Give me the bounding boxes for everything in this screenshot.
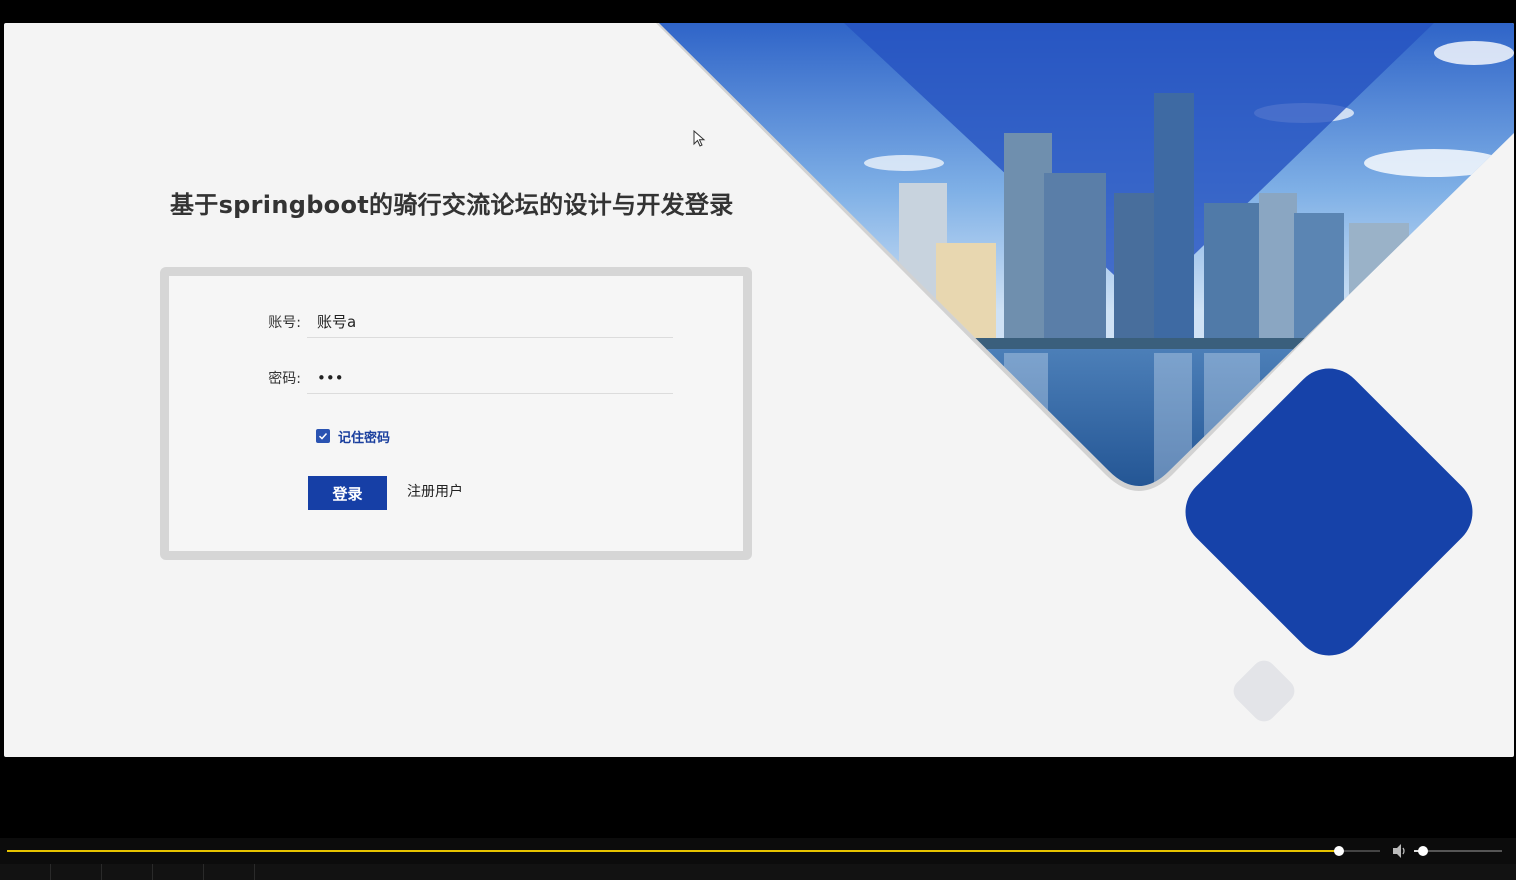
password-label: 密码: <box>268 371 301 387</box>
login-page: 基于springboot的骑行交流论坛的设计与开发登录 账号: 密码: 记住密码… <box>4 23 1514 757</box>
remember-password-checkbox[interactable]: 记住密码 <box>316 426 390 446</box>
account-label: 账号: <box>268 315 301 331</box>
volume-thumb[interactable] <box>1417 846 1428 856</box>
page-title: 基于springboot的骑行交流论坛的设计与开发登录 <box>170 191 734 219</box>
mouse-pointer-icon <box>693 130 706 147</box>
check-icon <box>316 429 330 443</box>
account-input[interactable] <box>307 306 673 338</box>
progress-thumb[interactable] <box>1333 846 1344 856</box>
login-form: 账号: 密码: 记住密码 登录 注册用户 <box>160 267 752 560</box>
progress-fill <box>7 850 1339 852</box>
password-row: 密码: <box>259 362 679 394</box>
video-controls <box>0 838 1516 880</box>
password-input[interactable] <box>307 362 673 394</box>
register-link[interactable]: 注册用户 <box>407 481 463 501</box>
login-button[interactable]: 登录 <box>308 476 387 510</box>
volume-slider[interactable] <box>1414 846 1502 856</box>
account-row: 账号: <box>259 306 679 338</box>
bottom-bar <box>0 864 1516 880</box>
speaker-icon[interactable] <box>1391 843 1409 859</box>
remember-password-label: 记住密码 <box>338 430 391 446</box>
video-frame: 基于springboot的骑行交流论坛的设计与开发登录 账号: 密码: 记住密码… <box>0 0 1516 880</box>
progress-bar[interactable] <box>7 846 1380 856</box>
